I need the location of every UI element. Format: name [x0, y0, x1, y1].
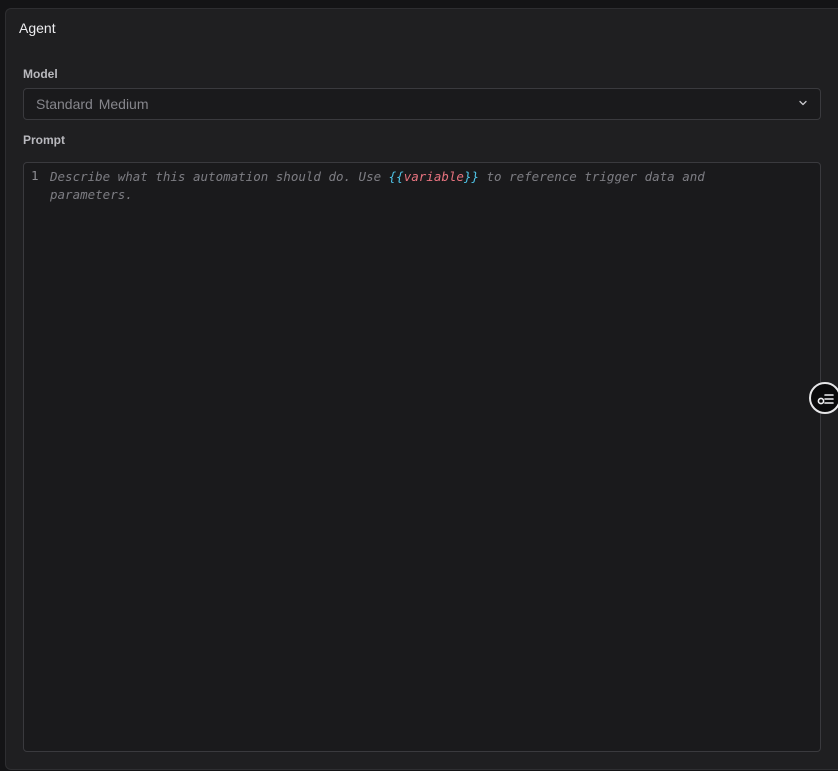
model-select-value: Standard Medium	[36, 96, 149, 112]
line-number: 1	[31, 168, 39, 183]
model-label: Model	[23, 67, 58, 81]
prompt-editor[interactable]: 1 Describe what this automation should d…	[23, 162, 821, 752]
settings-list-icon	[817, 394, 834, 405]
placeholder-variable: variable	[403, 169, 464, 184]
placeholder-close-brace: }}	[463, 169, 479, 184]
agent-panel: Agent Model Standard Medium Prompt 1 Des…	[5, 8, 838, 770]
placeholder-open-brace: {{	[388, 169, 404, 184]
prompt-placeholder: Describe what this automation should do.…	[50, 168, 790, 204]
panel-title: Agent	[19, 20, 56, 36]
placeholder-text: Describe what this automation should do.…	[50, 169, 389, 184]
prompt-label: Prompt	[23, 133, 65, 147]
floating-settings-button[interactable]	[809, 382, 838, 414]
model-select[interactable]: Standard Medium	[23, 88, 821, 120]
chevron-down-icon	[799, 100, 807, 106]
